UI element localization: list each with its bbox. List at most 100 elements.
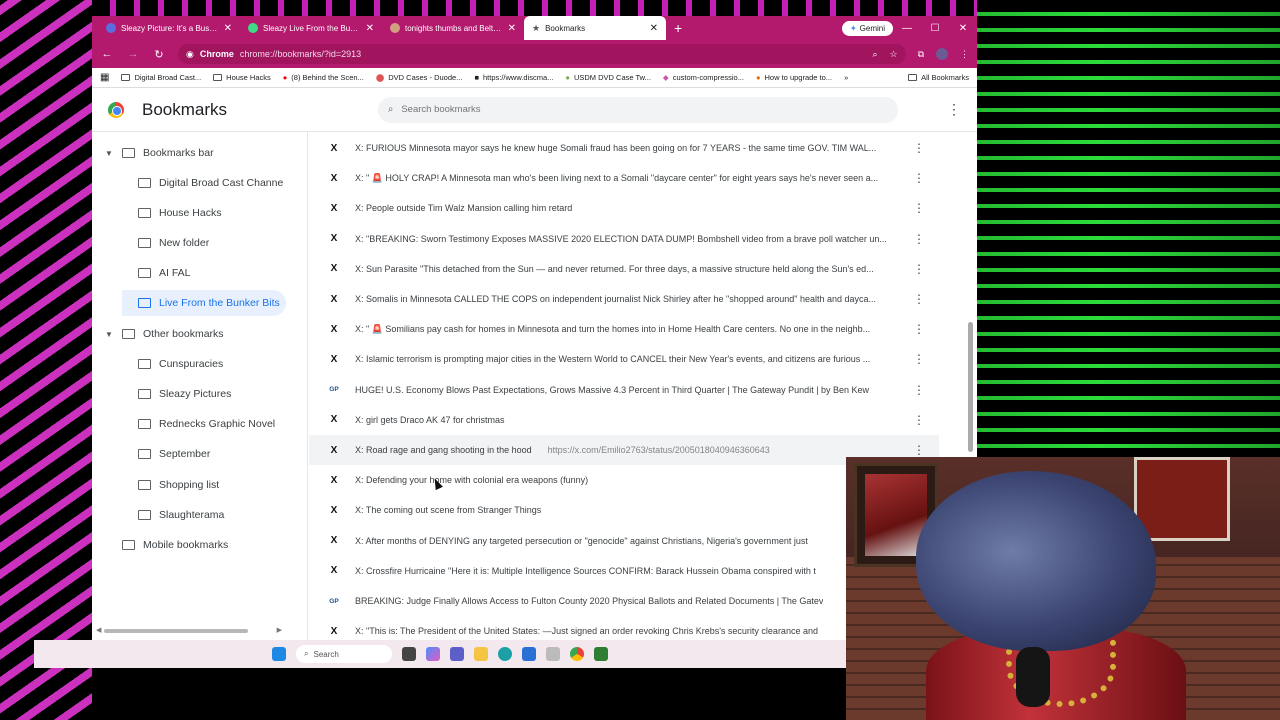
bookmark-menu-icon[interactable]: ⋮ (913, 383, 925, 397)
app-icon[interactable] (546, 647, 560, 661)
bookmark-row[interactable]: X X: "BREAKING: Sworn Testimony Exposes M… (309, 224, 939, 254)
url-text[interactable]: chrome://bookmarks/?id=2913 (240, 49, 361, 59)
app-icon[interactable] (594, 647, 608, 661)
tree-item-mobile-bookmarks[interactable]: Mobile bookmarks (122, 532, 302, 558)
bookmarks-bar-item[interactable]: ● (8) Behind the Scen... (283, 73, 364, 82)
page-title: Bookmarks (142, 99, 228, 119)
bookmark-row[interactable]: X X: Sun Parasite "This detached from the… (309, 254, 939, 284)
tree-item-slaughterama[interactable]: Slaughterama (122, 502, 302, 528)
scrollbar-thumb[interactable] (104, 629, 248, 633)
search-input[interactable] (401, 104, 888, 115)
bookmark-row[interactable]: X X: People outside Tim Walz Mansion call… (309, 193, 939, 223)
bookmark-star-icon[interactable]: ☆ (889, 49, 897, 60)
tab-sleazy-picture[interactable]: Sleazy Picture: It's a Busy Day f ✕ (98, 16, 240, 40)
bookmark-row[interactable]: GP HUGE! U.S. Economy Blows Past Expectat… (309, 375, 939, 405)
reload-icon[interactable]: ↻ (152, 48, 166, 61)
all-bookmarks-button[interactable]: All Bookmarks (908, 73, 969, 82)
maximize-icon[interactable]: ☐ (921, 23, 949, 34)
bookmark-row[interactable]: X X: Somalis in Minnesota CALLED THE COPS… (309, 284, 939, 314)
bookmarks-bar-item[interactable]: ⬤ DVD Cases - Duode... (376, 73, 463, 82)
tab-bookmarks[interactable]: ★ Bookmarks ✕ (524, 16, 666, 40)
windows-start-icon[interactable] (272, 647, 286, 661)
bookmark-menu-icon[interactable]: ⋮ (913, 292, 925, 306)
overflow-chevron-icon[interactable]: » (844, 73, 848, 82)
taskbar-search[interactable]: ⌕ Search (296, 645, 392, 663)
tree-item-shopping-list[interactable]: Shopping list (122, 472, 302, 498)
folder-icon (908, 74, 918, 81)
bookmark-row[interactable]: X X: " 🚨 HOLY CRAP! A Minnesota man who's… (309, 163, 939, 193)
horizontal-scrollbar[interactable]: ◀ ▶ (96, 626, 282, 634)
scroll-left-icon[interactable]: ◀ (96, 626, 101, 634)
tab-live-from-bunker[interactable]: Sleazy Live From the Bunker 12 ✕ (240, 16, 382, 40)
bookmark-row[interactable]: X X: "This is: The President of the Unite… (309, 616, 939, 640)
chrome-icon[interactable] (570, 647, 584, 661)
bookmark-menu-icon[interactable]: ⋮ (913, 352, 925, 366)
tree-item-other-bookmarks[interactable]: ▼ Other bookmarks (104, 321, 294, 347)
forward-icon[interactable]: → (126, 48, 140, 60)
bookmarks-bar-item[interactable]: House Hacks (213, 73, 271, 82)
close-icon[interactable]: ✕ (224, 23, 232, 34)
bookmark-menu-icon[interactable]: ⋮ (913, 201, 925, 215)
edge-icon[interactable] (498, 647, 512, 661)
bookmark-row[interactable]: X X: Road rage and gang shooting in the h… (309, 435, 939, 465)
tree-item-bookmarks-bar[interactable]: ▼ Bookmarks bar (104, 140, 294, 166)
bookmarks-bar-item[interactable]: ● How to upgrade to... (756, 73, 832, 82)
menu-kebab-icon[interactable]: ⋮ (960, 49, 969, 60)
task-view-icon[interactable] (402, 647, 416, 661)
copilot-icon[interactable] (426, 647, 440, 661)
scrollbar-thumb[interactable] (968, 322, 973, 452)
close-icon[interactable]: ✕ (650, 23, 658, 34)
zoom-icon[interactable]: ⌕ (872, 49, 877, 60)
bookmarks-bar-item[interactable]: ● USDM DVD Case Tw... (565, 73, 651, 82)
bookmark-row[interactable]: X X: girl gets Draco AK 47 for christmas ⋮ (309, 405, 939, 435)
back-icon[interactable]: ← (100, 48, 114, 60)
bookmark-menu-icon[interactable]: ⋮ (913, 413, 925, 427)
bookmark-row[interactable]: X X: FURIOUS Minnesota mayor says he knew… (309, 133, 939, 163)
apps-icon[interactable]: ▦ (100, 72, 109, 83)
tree-item-september[interactable]: September (122, 441, 302, 467)
gemini-button[interactable]: ✦ Gemini (841, 20, 893, 36)
tree-item-cunspuracies[interactable]: Cunspuracies (122, 351, 302, 377)
address-bar[interactable]: ◉ Chrome chrome://bookmarks/?id=2913 ⌕ ☆ (178, 44, 906, 64)
bookmark-row[interactable]: GP BREAKING: Judge Finally Allows Access … (309, 586, 939, 616)
file-explorer-icon[interactable] (474, 647, 488, 661)
tree-item-new-folder[interactable]: New folder (122, 230, 302, 256)
scroll-right-icon[interactable]: ▶ (277, 626, 282, 634)
tree-item-sleazy-pictures[interactable]: Sleazy Pictures (122, 381, 302, 407)
bookmark-menu-icon[interactable]: ⋮ (913, 141, 925, 155)
minimize-icon[interactable]: — (893, 23, 921, 34)
bookmarks-bar-item[interactable]: Digital Broad Cast... (121, 73, 201, 82)
search-box[interactable]: ⌕ (378, 96, 898, 123)
bookmark-menu-icon[interactable]: ⋮ (913, 232, 925, 246)
organize-menu-icon[interactable]: ⋮ (947, 101, 961, 118)
bookmark-row[interactable]: X X: " 🚨 Somilians pay cash for homes in … (309, 314, 939, 344)
tree-item-house-hacks[interactable]: House Hacks (122, 200, 302, 226)
expand-arrow-icon[interactable]: ▼ (104, 330, 114, 339)
bookmark-menu-icon[interactable]: ⋮ (913, 322, 925, 336)
bookmark-row[interactable]: X X: After months of DENYING any targeted… (309, 526, 939, 556)
tree-item-digital-broad-cast[interactable]: Digital Broad Cast Channe (122, 170, 302, 196)
bookmark-row[interactable]: X X: Crossfire Hurricaine "Here it is: Mu… (309, 556, 939, 586)
vertical-scrollbar[interactable] (968, 146, 974, 456)
close-window-icon[interactable]: ✕ (949, 23, 977, 34)
tree-item-live-from-the-bunker-bits[interactable]: Live From the Bunker Bits (122, 290, 286, 316)
tree-item-ai-fal[interactable]: AI FAL (122, 260, 302, 286)
bookmarks-bar-item[interactable]: ◆ custom-compressio... (663, 73, 744, 82)
bookmark-row[interactable]: X X: Defending your home with colonial er… (309, 465, 939, 495)
bookmark-menu-icon[interactable]: ⋮ (913, 443, 925, 457)
teams-icon[interactable] (450, 647, 464, 661)
bookmark-row[interactable]: X X: Islamic terrorism is prompting major… (309, 344, 939, 374)
store-icon[interactable] (522, 647, 536, 661)
extensions-icon[interactable]: ⧉ (918, 49, 924, 60)
close-icon[interactable]: ✕ (508, 23, 516, 34)
bookmarks-bar-item[interactable]: ■ https://www.discma... (474, 73, 553, 82)
profile-avatar[interactable] (936, 48, 948, 60)
tab-thumbs[interactable]: tonights thumbs and Belt Pron ✕ (382, 16, 524, 40)
bookmark-row[interactable]: X X: The coming out scene from Stranger T… (309, 495, 939, 525)
tree-item-rednecks-graphic-novel[interactable]: Rednecks Graphic Novel (122, 411, 302, 437)
expand-arrow-icon[interactable]: ▼ (104, 149, 114, 158)
close-icon[interactable]: ✕ (366, 23, 374, 34)
new-tab-icon[interactable]: + (674, 20, 682, 36)
bookmark-menu-icon[interactable]: ⋮ (913, 171, 925, 185)
bookmark-menu-icon[interactable]: ⋮ (913, 262, 925, 276)
